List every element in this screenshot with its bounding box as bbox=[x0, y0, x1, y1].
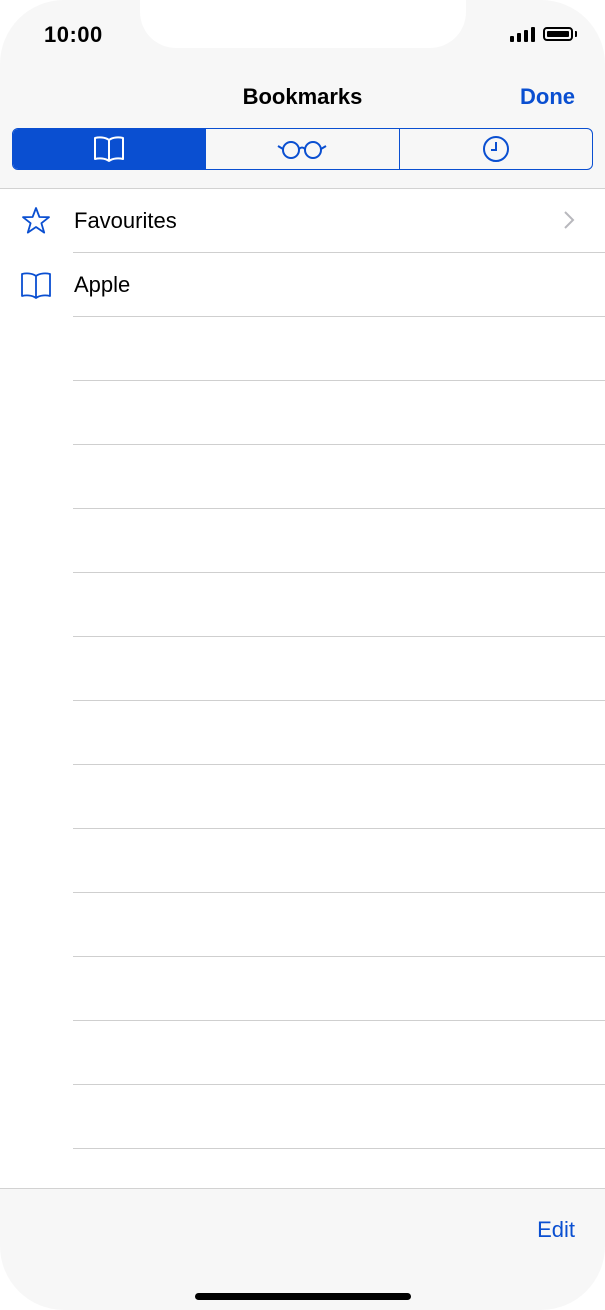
bottom-toolbar: Edit bbox=[0, 1188, 605, 1310]
phone-screen: 10:00 Bookmarks Done Favourites Apple Ed… bbox=[0, 0, 605, 1310]
empty-row bbox=[0, 1085, 605, 1149]
glasses-icon bbox=[277, 141, 327, 159]
list-item-favourites[interactable]: Favourites bbox=[0, 189, 605, 253]
empty-row bbox=[0, 957, 605, 1021]
tab-bookmarks[interactable] bbox=[13, 129, 206, 169]
chevron-right-icon bbox=[564, 211, 575, 229]
empty-row bbox=[0, 573, 605, 637]
edit-button[interactable]: Edit bbox=[537, 1217, 575, 1243]
list-item-label: Apple bbox=[74, 272, 131, 297]
tab-reading-list[interactable] bbox=[205, 129, 398, 169]
empty-row bbox=[0, 893, 605, 957]
tab-history[interactable] bbox=[398, 129, 592, 169]
top-bar: 10:00 Bookmarks Done bbox=[0, 0, 605, 189]
battery-icon bbox=[543, 27, 577, 41]
star-icon bbox=[22, 207, 50, 234]
list-item-label: Favourites bbox=[74, 208, 177, 233]
home-indicator[interactable] bbox=[195, 1293, 411, 1300]
empty-row bbox=[0, 765, 605, 829]
bookmarks-list: Favourites Apple bbox=[0, 189, 605, 1213]
empty-row bbox=[0, 637, 605, 701]
book-icon bbox=[21, 272, 51, 299]
empty-row bbox=[0, 317, 605, 381]
empty-row bbox=[0, 509, 605, 573]
empty-row bbox=[0, 1021, 605, 1085]
signal-icon bbox=[510, 26, 535, 42]
empty-row bbox=[0, 701, 605, 765]
empty-row bbox=[0, 381, 605, 445]
book-icon bbox=[94, 136, 125, 162]
status-icons bbox=[510, 26, 577, 42]
notch bbox=[140, 0, 466, 48]
segmented-control bbox=[12, 128, 593, 170]
empty-row bbox=[0, 829, 605, 893]
empty-row bbox=[0, 445, 605, 509]
done-button[interactable]: Done bbox=[520, 84, 575, 110]
list-item-apple[interactable]: Apple bbox=[0, 253, 605, 317]
page-title: Bookmarks bbox=[242, 84, 363, 109]
clock-icon bbox=[482, 136, 509, 162]
status-time: 10:00 bbox=[44, 22, 103, 47]
